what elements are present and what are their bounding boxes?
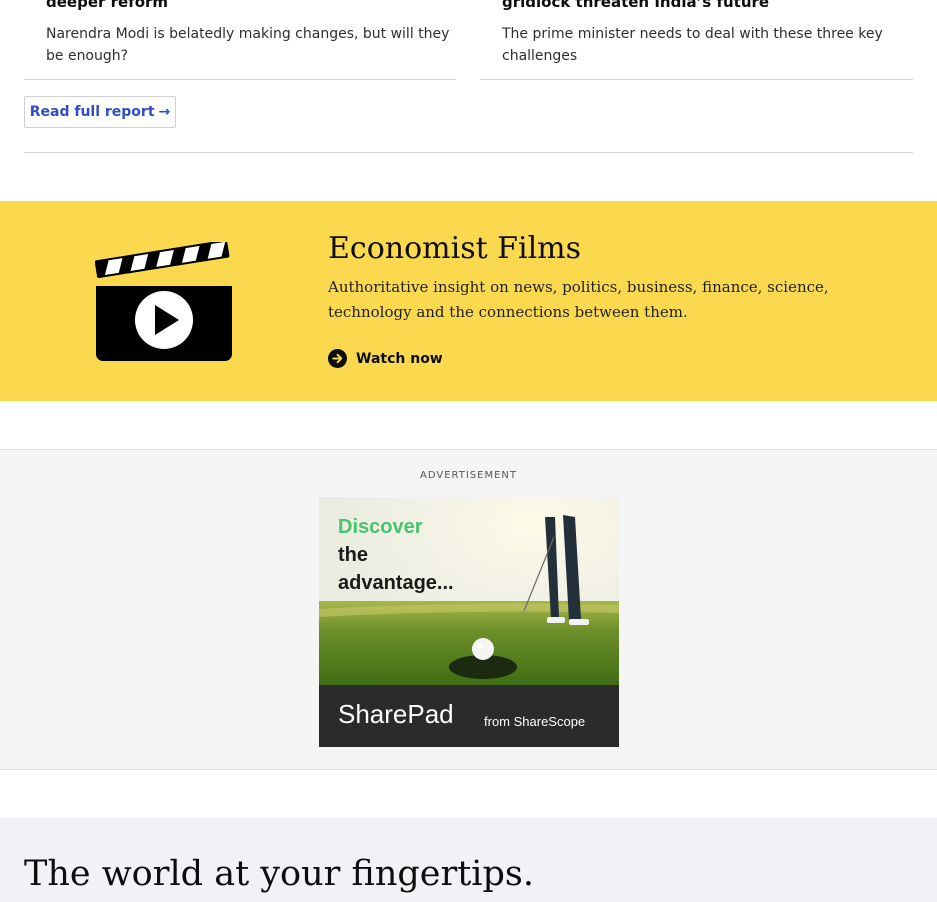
advertisement-label: ADVERTISEMENT xyxy=(419,470,517,481)
arrow-right-icon: → xyxy=(158,104,171,120)
economist-films-promo: Economist Films Authoritative insight on… xyxy=(0,201,937,401)
sharescope-label: from ShareScope xyxy=(484,714,586,729)
watch-now-link[interactable]: Watch now xyxy=(328,349,443,368)
read-full-report-label: Read full report xyxy=(29,104,155,120)
subscription-promo: The world at your fingertips. xyxy=(0,818,937,902)
watch-now-label: Watch now xyxy=(356,350,443,367)
article-card[interactable]: gridlock threaten India’s future The pri… xyxy=(480,0,913,80)
article-description: The prime minister needs to deal with th… xyxy=(502,26,883,64)
clapperboard-play-icon xyxy=(95,242,232,361)
films-title: Economist Films xyxy=(328,231,582,266)
sharepad-ad-banner[interactable]: Discover the advantage... SharePad from … xyxy=(319,497,619,747)
article-title[interactable]: gridlock threaten India’s future xyxy=(502,0,769,11)
ad-headline: Discover the advantage... xyxy=(338,513,454,597)
promo-heading: The world at your fingertips. xyxy=(24,854,534,894)
article-description: Narendra Modi is belatedly making change… xyxy=(46,26,450,64)
films-description: Authoritative insight on news, politics,… xyxy=(328,278,829,321)
arrow-circle-icon xyxy=(328,349,347,368)
ad-headline-line: Discover xyxy=(338,516,423,538)
ad-headline-line: advantage... xyxy=(338,572,454,594)
read-full-report-button[interactable]: Read full report → xyxy=(24,96,176,128)
divider xyxy=(24,152,913,153)
sharepad-logo: SharePad xyxy=(338,699,454,729)
related-articles: deeper reform Narendra Modi is belatedly… xyxy=(24,0,913,80)
article-title[interactable]: deeper reform xyxy=(46,0,168,11)
ad-headline-line: the xyxy=(338,544,368,566)
article-card[interactable]: deeper reform Narendra Modi is belatedly… xyxy=(24,0,456,80)
advertisement-section: ADVERTISEMENT Discover the advantage... … xyxy=(0,449,937,770)
ad-footer: SharePad from ShareScope xyxy=(319,685,619,747)
